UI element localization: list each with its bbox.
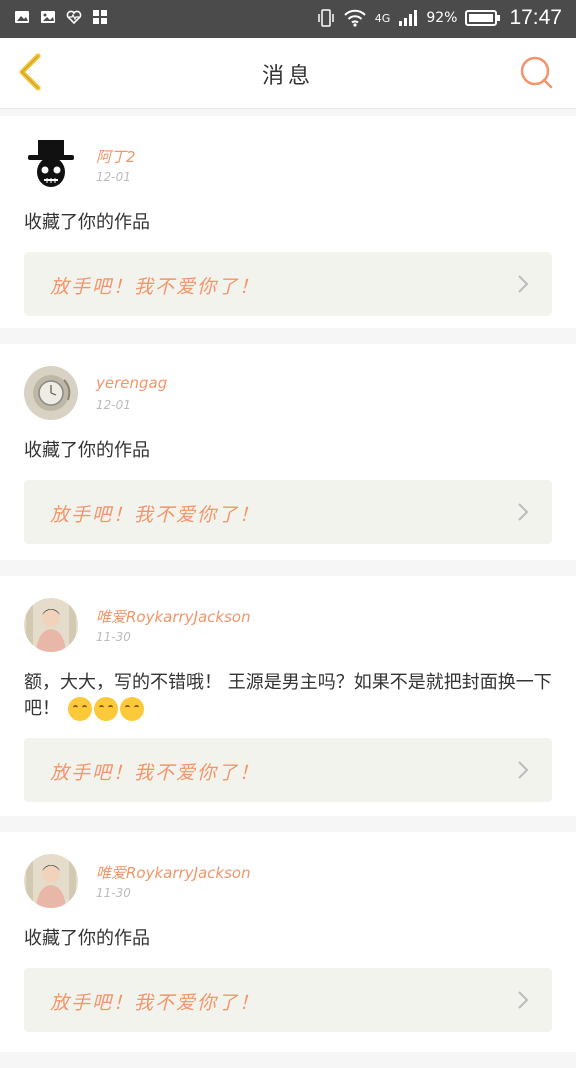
message-text: 收藏了你的作品	[24, 440, 150, 461]
battery-percent: 92%	[426, 10, 458, 26]
avatar[interactable]	[24, 854, 78, 908]
work-title: 放手吧！我不爱你了！	[50, 992, 261, 1014]
smile-emoji-icon	[67, 697, 92, 721]
smile-emoji-icon	[93, 697, 118, 721]
chevron-right-icon	[518, 761, 529, 779]
work-link[interactable]: 放手吧！我不爱你了！	[24, 738, 552, 802]
message-date: 12-01	[96, 170, 131, 184]
message-text: 收藏了你的作品	[24, 212, 150, 233]
message-text: 额，大大，写的不错哦！ 王源是男主吗？如果不是就把封面换一下吧！ 😊😊😊	[0, 656, 576, 722]
message-date: 12-01	[96, 398, 131, 412]
avatar[interactable]	[24, 138, 78, 192]
work-link[interactable]: 放手吧！我不爱你了！	[24, 252, 552, 316]
smile-emoji-icon	[119, 697, 144, 721]
message-card: 唯爱RoykarryJackson 11-30 额，大大，写的不错哦！ 王源是男…	[0, 576, 576, 816]
username[interactable]: 阿丁2	[96, 146, 136, 167]
work-link[interactable]: 放手吧！我不爱你了！	[24, 480, 552, 544]
work-title: 放手吧！我不爱你了！	[50, 762, 261, 784]
work-title: 放手吧！我不爱你了！	[50, 276, 261, 298]
message-date: 11-30	[96, 886, 131, 900]
apps-icon	[93, 10, 107, 24]
signal-icon	[399, 10, 418, 26]
work-link[interactable]: 放手吧！我不爱你了！	[24, 968, 552, 1032]
chevron-right-icon	[518, 275, 529, 293]
chevron-right-icon	[518, 503, 529, 521]
nav-bar: 消息	[0, 38, 576, 109]
username[interactable]: 唯爱RoykarryJackson	[96, 606, 251, 627]
message-text: 收藏了你的作品	[24, 928, 150, 949]
notification-icons	[14, 9, 108, 25]
chevron-right-icon	[518, 991, 529, 1009]
network-type: 4G	[374, 11, 391, 25]
system-indicators: 4G 92% 17:47	[317, 6, 562, 30]
wifi-icon	[344, 9, 366, 27]
message-date: 11-30	[96, 630, 131, 644]
message-list: 阿丁2 12-01 收藏了你的作品 放手吧！我不爱你了！ yerengag 12…	[0, 116, 576, 1068]
status-bar: 4G 92% 17:47	[0, 0, 576, 38]
gallery-icon	[15, 11, 29, 23]
avatar[interactable]	[24, 598, 78, 652]
image-icon	[41, 11, 55, 23]
username[interactable]: yerengag	[96, 374, 167, 392]
avatar[interactable]	[24, 366, 78, 420]
message-card: yerengag 12-01 收藏了你的作品 放手吧！我不爱你了！	[0, 344, 576, 560]
username[interactable]: 唯爱RoykarryJackson	[96, 862, 251, 883]
heart-rate-icon	[66, 10, 82, 25]
search-icon[interactable]	[518, 54, 556, 92]
message-card: 唯爱RoykarryJackson 11-30 收藏了你的作品 放手吧！我不爱你…	[0, 832, 576, 1052]
work-title: 放手吧！我不爱你了！	[50, 504, 261, 526]
message-card: 阿丁2 12-01 收藏了你的作品 放手吧！我不爱你了！	[0, 116, 576, 328]
clock: 17:47	[509, 6, 562, 29]
vibrate-icon	[318, 9, 334, 27]
battery-icon	[465, 10, 501, 26]
page-title: 消息	[261, 64, 314, 89]
